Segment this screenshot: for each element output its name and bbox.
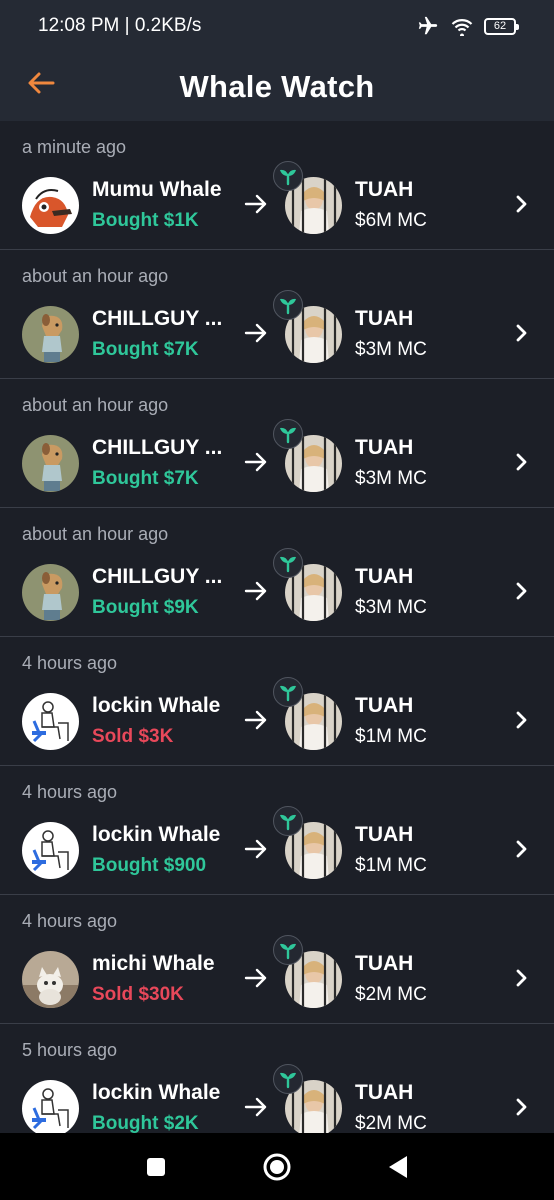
whale-name: michi Whale — [92, 952, 215, 975]
trade-amount: Sold $30K — [92, 984, 184, 1005]
chevron-right-icon — [512, 581, 530, 601]
trade-amount: Bought $9K — [92, 597, 199, 618]
token-market-cap: $2M MC — [355, 1113, 427, 1133]
airplane-icon — [418, 16, 438, 35]
chevron-right-icon — [512, 452, 530, 472]
token-market-cap: $1M MC — [355, 726, 427, 747]
right-arrow-icon — [244, 451, 268, 473]
trade-amount: Bought $1K — [92, 210, 199, 231]
token-market-cap: $1M MC — [355, 855, 427, 876]
feed-row[interactable]: about an hour ago CHILLGUY ... Bought $9K T… — [0, 508, 554, 637]
right-arrow-icon — [244, 967, 268, 989]
whale-name: Mumu Whale — [92, 178, 222, 201]
whale-name: CHILLGUY ... — [92, 565, 223, 588]
feed-row[interactable]: 5 hours ago lockin Whale Bought $2K TUAH $2M… — [0, 1024, 554, 1133]
whale-name: CHILLGUY ... — [92, 436, 223, 459]
chevron-right-icon — [512, 1097, 530, 1117]
token-symbol: TUAH — [355, 952, 414, 975]
page-title: Whale Watch — [179, 68, 375, 104]
whale-name: lockin Whale — [92, 694, 221, 717]
token-symbol: TUAH — [355, 178, 414, 201]
sprout-badge-icon — [273, 161, 303, 191]
trade-amount: Bought $900 — [92, 855, 207, 876]
trade-amount: Sold $3K — [92, 726, 174, 747]
feed-row[interactable]: a minute ago Mumu Whale Bought $1K TUAH $6M … — [0, 121, 554, 250]
sprout-badge-icon — [273, 935, 303, 965]
token-symbol: TUAH — [355, 694, 414, 717]
trade-amount: Bought $7K — [92, 339, 199, 360]
whale-avatar — [22, 822, 79, 879]
feed-row[interactable]: about an hour ago CHILLGUY ... Bought $7K T… — [0, 250, 554, 379]
chevron-right-icon — [512, 839, 530, 859]
right-arrow-icon — [244, 709, 268, 731]
right-arrow-icon — [244, 1096, 268, 1118]
time-ago-label: 4 hours ago — [22, 911, 118, 931]
token-market-cap: $2M MC — [355, 984, 427, 1005]
sprout-badge-icon — [273, 548, 303, 578]
recents-button[interactable] — [136, 1147, 176, 1187]
chevron-right-icon — [512, 323, 530, 343]
status-bar: 12:08 PM | 0.2KB/s 62 — [0, 0, 554, 52]
token-symbol: TUAH — [355, 1081, 414, 1104]
back-triangle-icon — [389, 1155, 408, 1178]
whale-avatar — [22, 1080, 79, 1133]
whale-avatar — [22, 564, 79, 621]
sprout-badge-icon — [273, 419, 303, 449]
right-arrow-icon — [244, 580, 268, 602]
feed-row[interactable]: 4 hours ago michi Whale Sold $30K TUAH $2M M… — [0, 895, 554, 1024]
system-back-button[interactable] — [378, 1147, 418, 1187]
token-symbol: TUAH — [355, 823, 414, 846]
token-symbol: TUAH — [355, 307, 414, 330]
whale-avatar — [22, 951, 79, 1008]
sprout-badge-icon — [273, 1064, 303, 1094]
sprout-badge-icon — [273, 806, 303, 836]
whale-avatar — [22, 693, 79, 750]
feed-row[interactable]: 4 hours ago lockin Whale Sold $3K TUAH $1M M… — [0, 637, 554, 766]
feed-row[interactable]: 4 hours ago lockin Whale Bought $900 TUAH $1… — [0, 766, 554, 895]
time-ago-label: 5 hours ago — [22, 1040, 118, 1060]
chevron-right-icon — [512, 968, 530, 988]
status-icons: 62 — [416, 15, 519, 37]
token-market-cap: $3M MC — [355, 597, 427, 618]
home-circle-icon — [263, 1153, 291, 1180]
trade-amount: Bought $2K — [92, 1113, 199, 1133]
back-arrow-icon — [28, 72, 55, 94]
recents-square-icon — [146, 1157, 165, 1176]
sprout-badge-icon — [273, 290, 303, 320]
back-button[interactable] — [24, 66, 58, 100]
sprout-badge-icon — [273, 677, 303, 707]
token-symbol: TUAH — [355, 565, 414, 588]
trade-amount: Bought $7K — [92, 468, 199, 489]
whale-name: lockin Whale — [92, 823, 221, 846]
time-ago-label: 4 hours ago — [22, 653, 118, 673]
app-header: Whale Watch — [0, 52, 554, 121]
whale-name: CHILLGUY ... — [92, 307, 223, 330]
chevron-right-icon — [512, 194, 530, 214]
token-market-cap: $6M MC — [355, 210, 427, 231]
whale-avatar — [22, 435, 79, 492]
whale-feed-list: a minute ago Mumu Whale Bought $1K TUAH $6M … — [0, 121, 554, 1133]
wifi-icon — [451, 19, 473, 36]
right-arrow-icon — [244, 193, 268, 215]
system-nav-bar — [0, 1133, 554, 1200]
status-time-speed: 12:08 PM | 0.2KB/s — [38, 15, 202, 36]
time-ago-label: 4 hours ago — [22, 782, 118, 802]
token-market-cap: $3M MC — [355, 339, 427, 360]
time-ago-label: about an hour ago — [22, 395, 169, 415]
right-arrow-icon — [244, 322, 268, 344]
token-symbol: TUAH — [355, 436, 414, 459]
time-ago-label: about an hour ago — [22, 266, 169, 286]
chevron-right-icon — [512, 710, 530, 730]
feed-row[interactable]: about an hour ago CHILLGUY ... Bought $7K T… — [0, 379, 554, 508]
right-arrow-icon — [244, 838, 268, 860]
battery-icon: 62 — [484, 17, 519, 35]
whale-name: lockin Whale — [92, 1081, 221, 1104]
home-button[interactable] — [257, 1147, 297, 1187]
whale-avatar — [22, 177, 79, 234]
token-market-cap: $3M MC — [355, 468, 427, 489]
whale-avatar — [22, 306, 79, 363]
time-ago-label: about an hour ago — [22, 524, 169, 544]
time-ago-label: a minute ago — [22, 137, 127, 157]
